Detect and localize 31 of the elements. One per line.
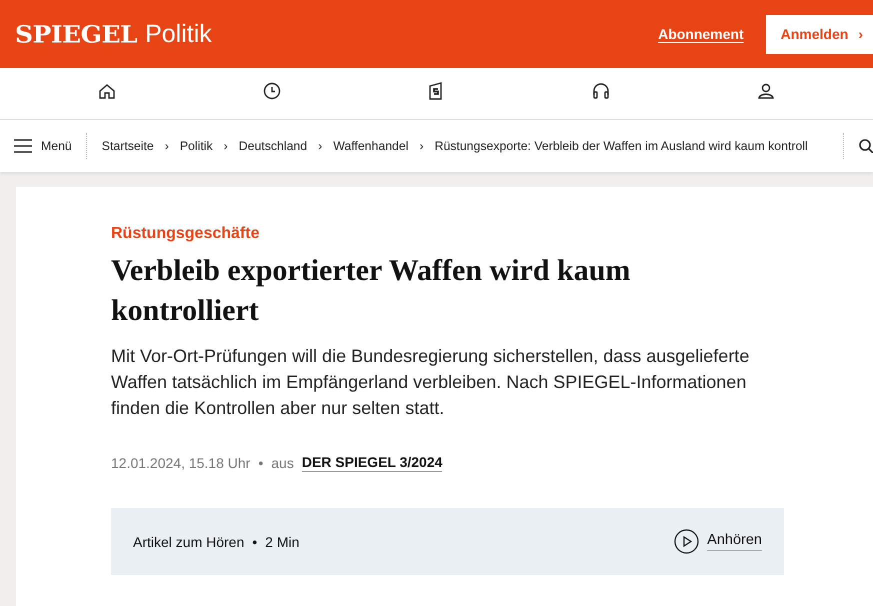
source-link[interactable]: DER SPIEGEL 3/2024 bbox=[302, 454, 442, 472]
breadcrumb-link[interactable]: Politik bbox=[180, 139, 213, 153]
audio-label: Artikel zum Hören bbox=[133, 534, 244, 550]
clock-icon[interactable] bbox=[262, 81, 282, 101]
date-text: 12.01.2024, 15.18 Uhr bbox=[111, 455, 250, 471]
bullet: • bbox=[258, 455, 264, 471]
person-icon[interactable] bbox=[756, 81, 776, 101]
breadcrumb-link[interactable]: Rüstungsexporte: Verbleib der Waffen im Ausland wird kaum kontroll bbox=[434, 139, 808, 153]
chevron-icon: › bbox=[224, 139, 228, 153]
search-icon[interactable] bbox=[859, 139, 873, 153]
menu-button[interactable]: Menü bbox=[14, 133, 87, 159]
listen-button[interactable]: Anhören bbox=[674, 529, 762, 554]
menu-icon bbox=[14, 139, 32, 153]
headline: Verbleib exportierter Waffen wird kaum kontrolliert bbox=[111, 253, 632, 329]
login-button[interactable]: Anmelden › bbox=[766, 14, 873, 54]
breadcrumb-link[interactable]: Waffenhandel bbox=[333, 139, 408, 153]
chevron-icon: › bbox=[318, 139, 322, 153]
breadcrumb-link[interactable]: Deutschland bbox=[238, 139, 308, 153]
teaser-text: Mit Vor-Ort-Prüfungen will die Bundesregierung sicherstellen, dass ausgelieferte Waffen tatsächlich im Empfängerland verbleiben. Nach SPIEGEL-Informationen finden die Kontrollen aber nur selten statt. bbox=[111, 345, 750, 420]
logo[interactable]: SPIEGEL bbox=[15, 20, 138, 48]
source-prefix: aus bbox=[271, 455, 294, 471]
duration-text: 2 Min bbox=[265, 534, 300, 550]
headphones-icon[interactable] bbox=[591, 81, 612, 101]
bullet: • bbox=[252, 534, 258, 550]
subscribe-link[interactable]: Abonnement bbox=[658, 26, 744, 42]
kicker: Rüstungsgeschäfte bbox=[111, 225, 260, 243]
chevron-icon: › bbox=[419, 139, 424, 153]
breadcrumb-link[interactable]: Startseite bbox=[102, 139, 154, 153]
section-title: Politik bbox=[145, 20, 212, 48]
play-icon bbox=[674, 529, 700, 554]
chevron-icon: › bbox=[164, 139, 169, 153]
